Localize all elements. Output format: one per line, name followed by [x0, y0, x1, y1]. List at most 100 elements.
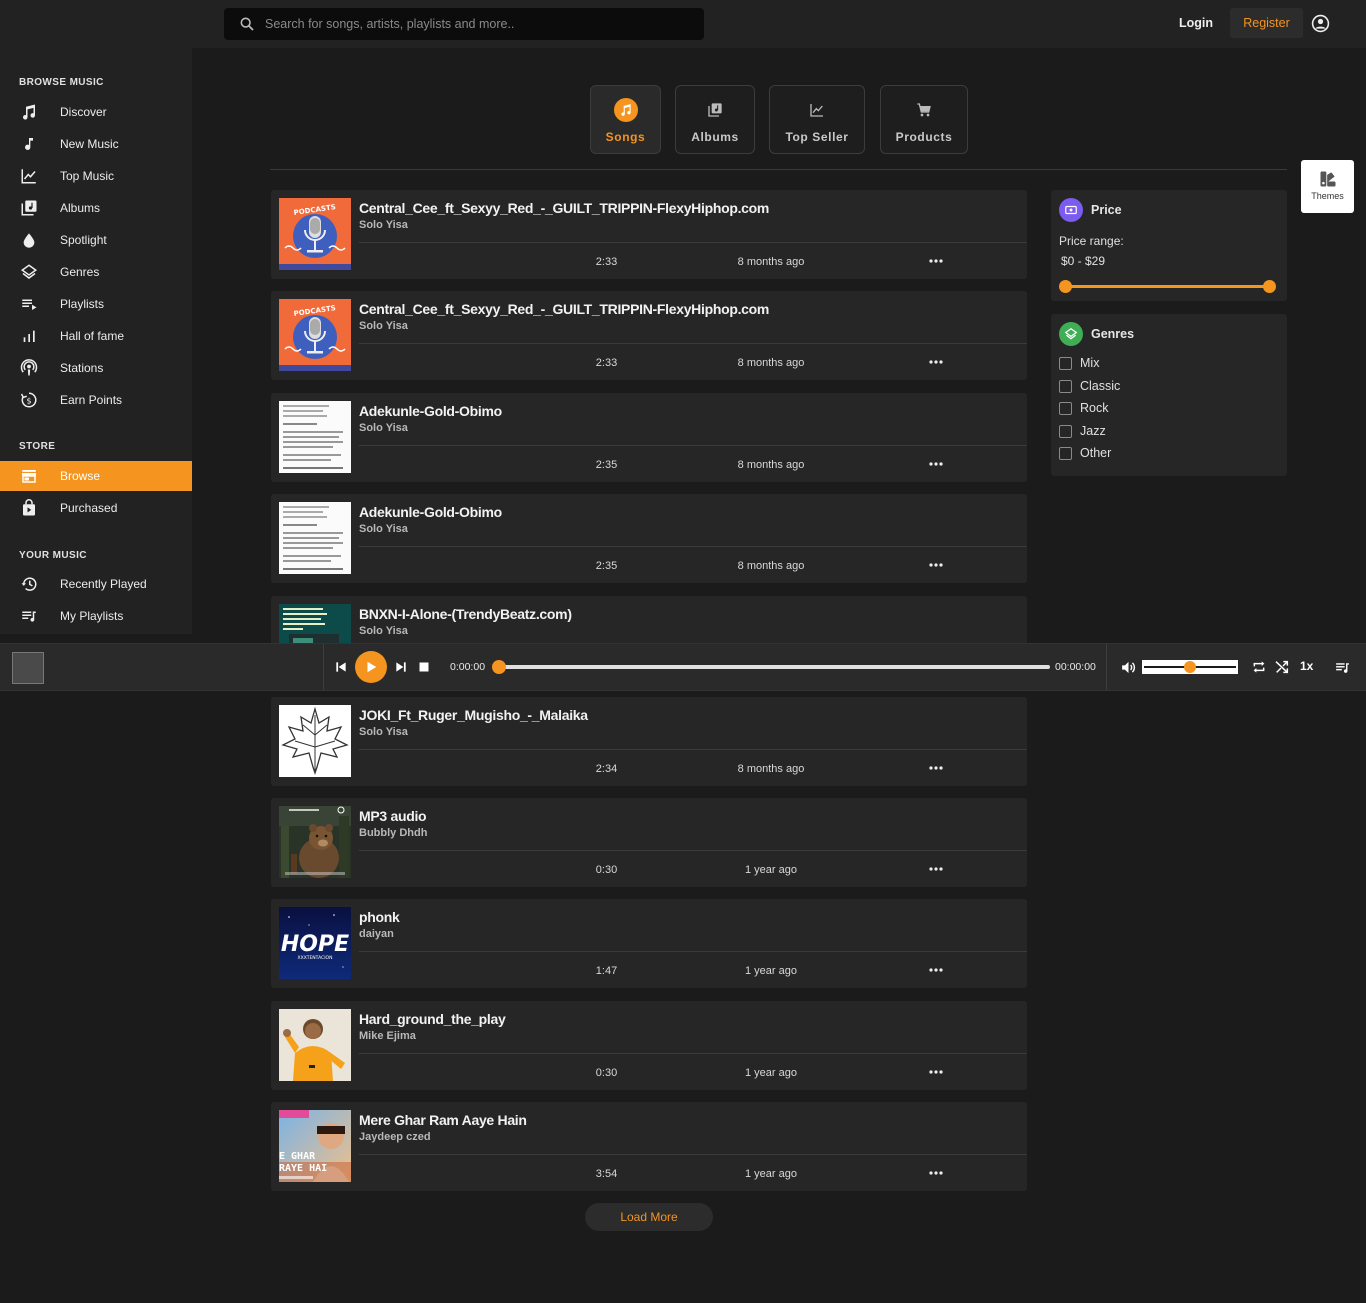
tab-albums[interactable]: Albums: [675, 85, 755, 154]
song-artist[interactable]: Bubbly Dhdh: [359, 827, 427, 839]
sidebar-item-purchased[interactable]: Purchased: [0, 493, 192, 523]
stop-button[interactable]: [416, 659, 432, 675]
genre-checkbox-classic[interactable]: Classic: [1059, 379, 1120, 393]
price-slider-max-handle[interactable]: [1263, 280, 1276, 293]
song-artist[interactable]: Solo Yisa: [359, 422, 408, 434]
genre-checkbox-other[interactable]: Other: [1059, 446, 1111, 460]
song-card[interactable]: Adekunle-Gold-Obimo Solo Yisa 2:35 8 months…: [271, 393, 1027, 482]
more-options-button[interactable]: [927, 1065, 945, 1079]
song-card[interactable]: Hard_ground_the_play Mike Ejima 0:30 1 year…: [271, 1001, 1027, 1090]
progress-handle[interactable]: [492, 660, 506, 674]
sidebar-item-hall-of-fame[interactable]: Hall of fame: [0, 321, 192, 351]
checkbox[interactable]: [1059, 446, 1072, 460]
song-artist[interactable]: Solo Yisa: [359, 320, 408, 332]
account-circle-icon[interactable]: [1311, 14, 1330, 33]
tab-top-seller[interactable]: Top Seller: [769, 85, 865, 154]
song-title[interactable]: Central_Cee_ft_Sexyy_Red_-_GUILT_TRIPPIN…: [359, 200, 769, 216]
search-bar[interactable]: [224, 8, 704, 40]
previous-track-button[interactable]: [333, 659, 349, 675]
song-artist[interactable]: Solo Yisa: [359, 523, 408, 535]
repeat-button[interactable]: [1250, 658, 1268, 676]
more-options-button[interactable]: [927, 862, 945, 876]
song-artist[interactable]: Solo Yisa: [359, 726, 408, 738]
shuffle-button[interactable]: [1273, 658, 1291, 676]
genre-checkbox-jazz[interactable]: Jazz: [1059, 424, 1106, 438]
playback-speed-button[interactable]: 1x: [1300, 659, 1313, 673]
themes-button[interactable]: Themes: [1301, 160, 1354, 213]
genre-checkbox-rock[interactable]: Rock: [1059, 401, 1108, 415]
sidebar-item-playlists[interactable]: Playlists: [0, 289, 192, 319]
song-artist[interactable]: Jaydeep czed: [359, 1131, 431, 1143]
register-button[interactable]: Register: [1230, 8, 1303, 38]
song-age: 1 year ago: [745, 864, 797, 876]
sidebar-item-genres[interactable]: Genres: [0, 257, 192, 287]
load-more-button[interactable]: Load More: [585, 1203, 713, 1231]
sidebar-item-stations[interactable]: Stations: [0, 353, 192, 383]
sidebar-item-recently-played[interactable]: Recently Played: [0, 569, 192, 599]
song-card[interactable]: HOPE XXXTENTACION phonk daiyan 1:47 1 year ag…: [271, 899, 1027, 988]
more-options-button[interactable]: [927, 1166, 945, 1180]
genre-checkbox-mix[interactable]: Mix: [1059, 356, 1099, 370]
song-title[interactable]: Adekunle-Gold-Obimo: [359, 403, 502, 419]
song-title[interactable]: Adekunle-Gold-Obimo: [359, 504, 502, 520]
song-artwork[interactable]: HOPE XXXTENTACION: [279, 907, 351, 979]
login-button[interactable]: Login: [1170, 8, 1222, 38]
sidebar-item-new-music[interactable]: New Music: [0, 129, 192, 159]
sidebar-item-top-music[interactable]: Top Music: [0, 161, 192, 191]
song-artwork[interactable]: [279, 401, 351, 473]
price-slider-min-handle[interactable]: [1059, 280, 1072, 293]
checkbox[interactable]: [1059, 379, 1072, 393]
song-artwork[interactable]: [279, 502, 351, 574]
sidebar-item-spotlight[interactable]: Spotlight: [0, 225, 192, 255]
song-artwork[interactable]: [279, 1009, 351, 1081]
drop-icon: [19, 230, 39, 250]
sidebar-item-earn-points[interactable]: $ Earn Points: [0, 385, 192, 415]
volume-handle[interactable]: [1184, 661, 1196, 673]
play-button[interactable]: [355, 651, 387, 683]
checkbox[interactable]: [1059, 356, 1072, 370]
more-options-button[interactable]: [927, 254, 945, 268]
song-title[interactable]: BNXN-I-Alone-(TrendyBeatz.com): [359, 606, 572, 622]
song-card[interactable]: MP3 audio Bubbly Dhdh 0:30 1 year ago: [271, 798, 1027, 887]
progress-bar[interactable]: [499, 665, 1050, 669]
song-title[interactable]: MP3 audio: [359, 808, 427, 824]
song-artist[interactable]: Solo Yisa: [359, 219, 408, 231]
volume-slider[interactable]: [1142, 660, 1238, 674]
more-options-button[interactable]: [927, 963, 945, 977]
song-title[interactable]: JOKI_Ft_Ruger_Mugisho_-_Malaika: [359, 707, 588, 723]
song-title[interactable]: phonk: [359, 909, 400, 925]
song-artwork[interactable]: [279, 806, 351, 878]
more-options-button[interactable]: [927, 558, 945, 572]
sidebar-item-browse[interactable]: Browse: [0, 461, 192, 491]
next-track-button[interactable]: [393, 659, 409, 675]
price-slider-track[interactable]: [1065, 285, 1270, 288]
more-options-button[interactable]: [927, 761, 945, 775]
song-title[interactable]: Hard_ground_the_play: [359, 1011, 506, 1027]
song-card[interactable]: Adekunle-Gold-Obimo Solo Yisa 2:35 8 months…: [271, 494, 1027, 583]
song-card[interactable]: PODCASTS Central_Cee_ft_Sexyy_Red_-_GUILT…: [271, 291, 1027, 380]
song-card[interactable]: JOKI_Ft_Ruger_Mugisho_-_Malaika Solo Yisa…: [271, 697, 1027, 786]
more-options-button[interactable]: [927, 355, 945, 369]
song-artwork[interactable]: PODCASTS: [279, 299, 351, 371]
sidebar-item-discover[interactable]: Discover: [0, 97, 192, 127]
song-title[interactable]: Central_Cee_ft_Sexyy_Red_-_GUILT_TRIPPIN…: [359, 301, 769, 317]
song-artwork[interactable]: E GHAR RAYE HAI: [279, 1110, 351, 1182]
song-artist[interactable]: Mike Ejima: [359, 1030, 416, 1042]
song-artwork[interactable]: PODCASTS: [279, 198, 351, 270]
song-artist[interactable]: Solo Yisa: [359, 625, 408, 637]
song-artwork[interactable]: [279, 705, 351, 777]
sidebar-item-my-playlists[interactable]: My Playlists: [0, 601, 192, 631]
song-card[interactable]: PODCASTS Central_Cee_ft_Sexyy_Red_-_GUILT…: [271, 190, 1027, 279]
queue-button[interactable]: [1333, 658, 1351, 676]
song-title[interactable]: Mere Ghar Ram Aaye Hain: [359, 1112, 527, 1128]
tab-products[interactable]: Products: [880, 85, 968, 154]
sidebar-item-albums[interactable]: Albums: [0, 193, 192, 223]
checkbox[interactable]: [1059, 401, 1072, 415]
song-artist[interactable]: daiyan: [359, 928, 394, 940]
search-input[interactable]: [265, 17, 685, 31]
checkbox[interactable]: [1059, 424, 1072, 438]
song-card[interactable]: E GHAR RAYE HAI Mere Ghar Ram Aaye Hain Jay…: [271, 1102, 1027, 1191]
tab-songs[interactable]: Songs: [590, 85, 661, 154]
mute-button[interactable]: [1119, 658, 1137, 676]
more-options-button[interactable]: [927, 457, 945, 471]
